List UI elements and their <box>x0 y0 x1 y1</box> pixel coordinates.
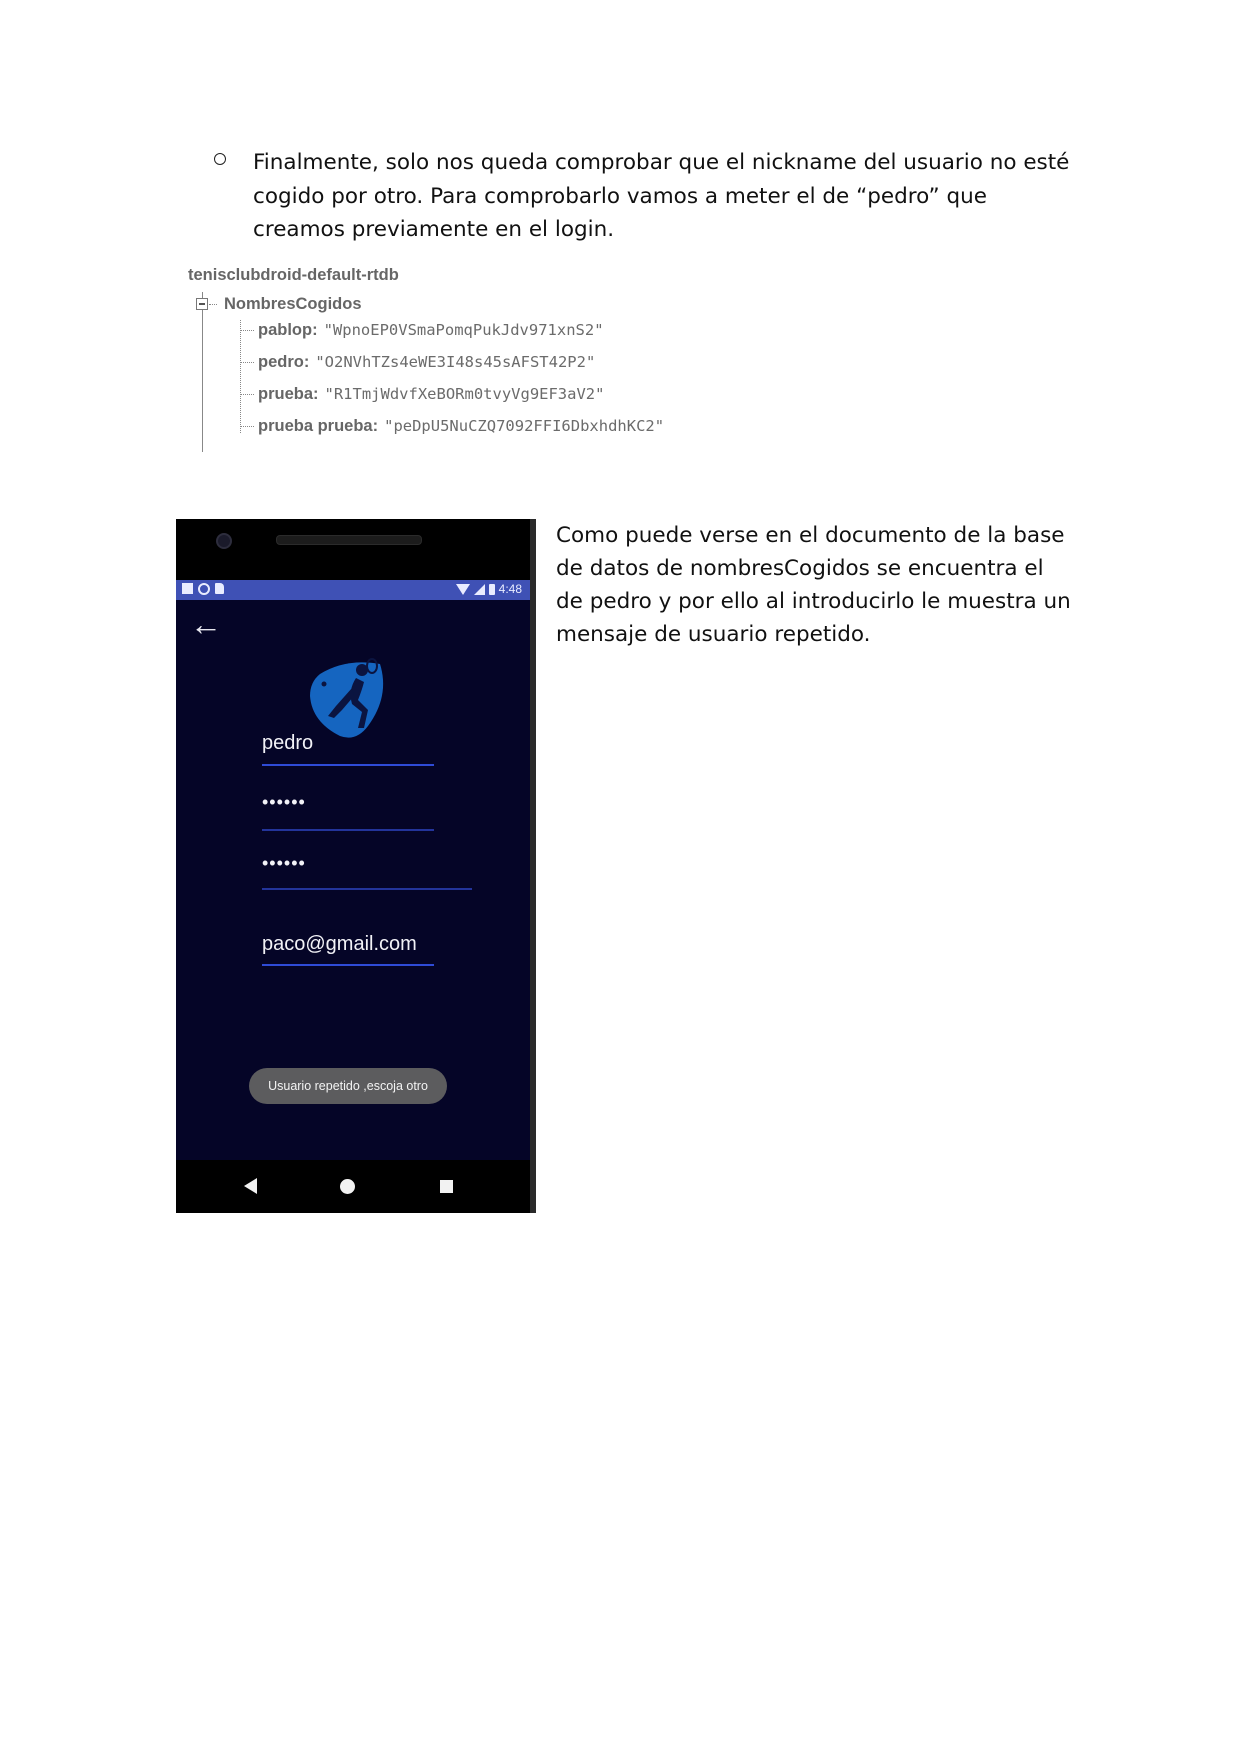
entry-key: pablop: <box>258 321 318 339</box>
signal-icon <box>473 583 485 595</box>
username-underline <box>262 764 434 766</box>
database-entry: pablop: "WpnoEP0VSmaPomqPukJdv971xnS2" <box>240 321 604 345</box>
email-underline <box>262 964 434 966</box>
tree-connector <box>202 292 203 452</box>
sd-card-icon <box>215 583 224 594</box>
register-screen: ← pedro •••••• •••••• paco@gmail.com Usu… <box>176 600 530 1160</box>
database-root-name: tenisclubdroid-default-rtdb <box>188 266 399 284</box>
navigation-bar <box>176 1160 530 1213</box>
password-field[interactable]: •••••• <box>262 792 306 813</box>
circle-status-icon <box>198 583 210 595</box>
bullet-circle-icon <box>214 153 226 165</box>
database-tree-screenshot: tenisclubdroid-default-rtdb NombresCogid… <box>180 262 740 462</box>
tennis-player-logo <box>310 658 384 738</box>
database-entry: prueba: "R1TmjWdvfXeBORm0tvyVg9EF3aV2" <box>240 385 604 409</box>
phone-bezel <box>530 519 536 1213</box>
tree-connector <box>209 304 217 305</box>
wifi-icon <box>455 583 470 595</box>
bullet-paragraph: Finalmente, solo nos queda comprobar que… <box>253 150 1070 242</box>
side-paragraph: Como puede verse en el documento de la b… <box>556 523 1071 647</box>
camera-icon <box>216 533 232 549</box>
entry-key: pedro: <box>258 353 310 371</box>
battery-icon <box>488 583 495 595</box>
database-entry: prueba prueba: "peDpU5NuCZQ7092FFI6Dbxhdh… <box>240 417 664 441</box>
arrow-left-icon[interactable]: ← <box>190 608 222 640</box>
toast-message: Usuario repetido ,escoja otro <box>249 1068 447 1104</box>
entry-key: prueba: <box>258 385 319 403</box>
nav-recents-icon[interactable] <box>440 1180 453 1193</box>
entry-value: "O2NVhTZs4eWE3I48s45sAFST42P2" <box>315 353 596 371</box>
entry-key: prueba prueba: <box>258 417 379 435</box>
entry-value: "WpnoEP0VSmaPomqPukJdv971xnS2" <box>323 321 604 339</box>
entry-value: "peDpU5NuCZQ7092FFI6DbxhdhKC2" <box>384 417 665 435</box>
nav-back-icon[interactable] <box>244 1178 257 1194</box>
phone-screenshot: 4:48 ← pedro •••••• •••••• paco@gmail.co… <box>176 519 536 1213</box>
speaker-grille <box>276 535 422 545</box>
entry-value: "R1TmjWdvfXeBORm0tvyVg9EF3aV2" <box>324 385 605 403</box>
database-node-name: NombresCogidos <box>224 295 362 313</box>
password-confirm-underline <box>262 888 472 890</box>
password-underline <box>262 829 434 831</box>
collapse-minus-icon[interactable] <box>196 298 208 310</box>
password-confirm-field[interactable]: •••••• <box>262 853 306 874</box>
email-field[interactable]: paco@gmail.com <box>262 933 417 956</box>
status-bar: 4:48 <box>176 580 530 600</box>
username-field[interactable]: pedro <box>262 732 313 755</box>
database-entry: pedro: "O2NVhTZs4eWE3I48s45sAFST42P2" <box>240 353 595 377</box>
status-time: 4:48 <box>498 582 522 596</box>
gallery-icon <box>182 583 193 594</box>
nav-home-icon[interactable] <box>340 1179 355 1194</box>
